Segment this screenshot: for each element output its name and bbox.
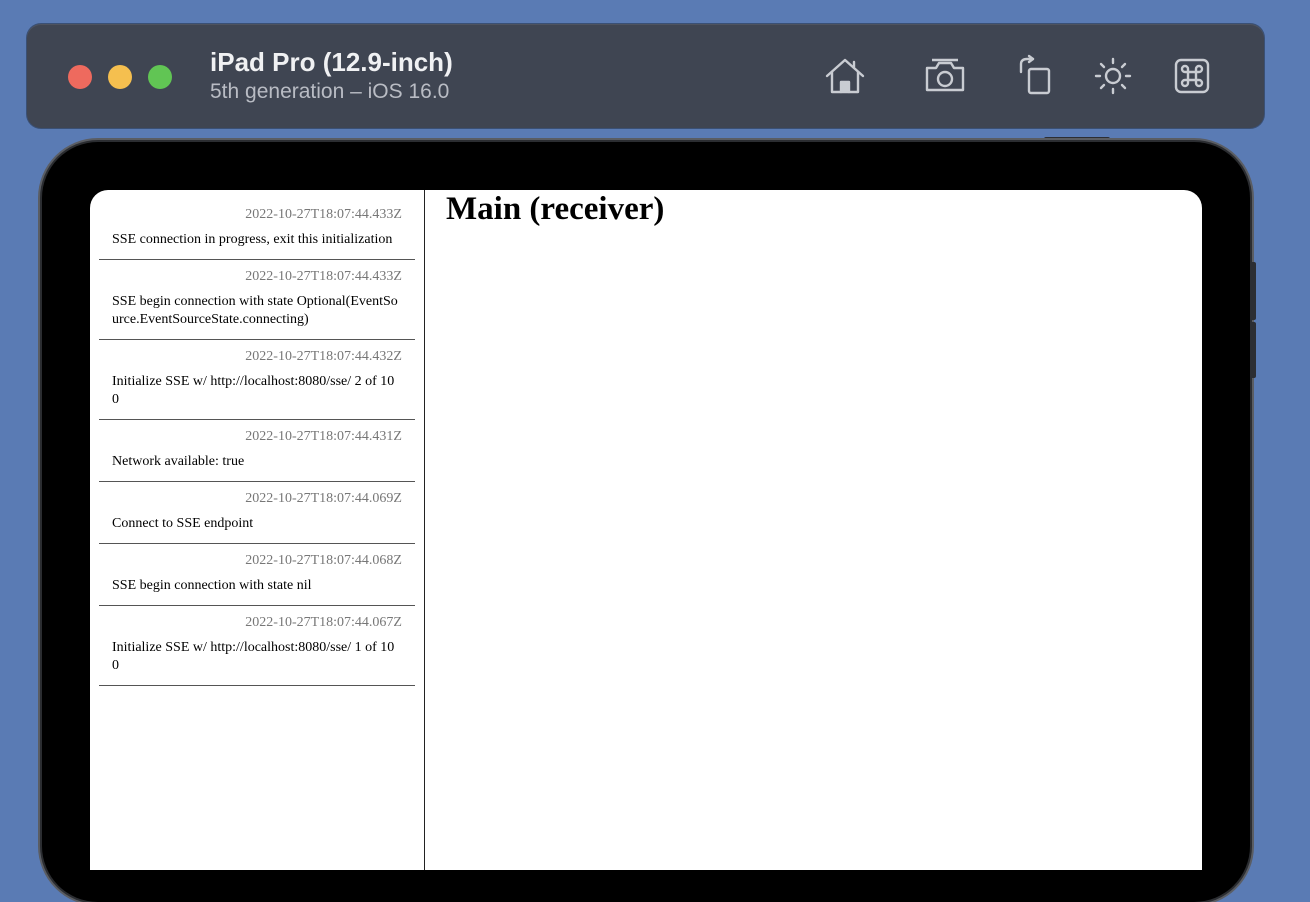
log-message: Network available: true bbox=[112, 454, 245, 469]
log-message: SSE begin connection with state nil bbox=[112, 578, 312, 593]
command-icon[interactable] bbox=[1170, 54, 1214, 98]
volume-down-button[interactable] bbox=[1250, 322, 1256, 378]
log-message: Connect to SSE endpoint bbox=[112, 516, 254, 531]
device-screen: 2022-10-27T18:07:44.433Z SSE connection i… bbox=[90, 190, 1202, 870]
main-title: Main (receiver) bbox=[446, 191, 665, 227]
rotate-icon[interactable] bbox=[1013, 54, 1057, 98]
log-timestamp: 2022-10-27T18:07:44.433Z bbox=[245, 269, 402, 284]
screenshot-icon[interactable] bbox=[923, 54, 967, 98]
minimize-window-button[interactable] bbox=[108, 65, 132, 89]
log-timestamp: 2022-10-27T18:07:44.069Z bbox=[245, 491, 402, 506]
log-entry: 2022-10-27T18:07:44.432Z Initialize SSE w… bbox=[99, 340, 415, 420]
log-message: SSE begin connection with state Optional… bbox=[112, 294, 398, 327]
zoom-window-button[interactable] bbox=[148, 65, 172, 89]
device-subtitle: 5th generation – iOS 16.0 bbox=[210, 80, 450, 103]
log-sidebar: 2022-10-27T18:07:44.433Z SSE connection i… bbox=[90, 190, 425, 870]
log-entry: 2022-10-27T18:07:44.069Z Connect to SSE e… bbox=[99, 482, 415, 544]
device-name: iPad Pro (12.9-inch) bbox=[210, 47, 453, 77]
log-timestamp: 2022-10-27T18:07:44.433Z bbox=[245, 207, 402, 222]
log-message: SSE connection in progress, exit this in… bbox=[112, 232, 393, 247]
simulator-title-bar: iPad Pro (12.9-inch) 5th generation – iO… bbox=[27, 24, 1264, 128]
log-entry: 2022-10-27T18:07:44.433Z SSE connection i… bbox=[99, 198, 415, 260]
log-entry: 2022-10-27T18:07:44.067Z Initialize SSE w… bbox=[99, 606, 415, 686]
log-entry: 2022-10-27T18:07:44.068Z SSE begin connec… bbox=[99, 544, 415, 606]
volume-up-button[interactable] bbox=[1250, 262, 1256, 320]
home-icon[interactable] bbox=[823, 54, 867, 98]
log-list: 2022-10-27T18:07:44.433Z SSE connection i… bbox=[99, 198, 415, 686]
log-entry: 2022-10-27T18:07:44.433Z SSE begin connec… bbox=[99, 260, 415, 340]
log-timestamp: 2022-10-27T18:07:44.068Z bbox=[245, 553, 402, 568]
appearance-icon[interactable] bbox=[1091, 54, 1135, 98]
log-timestamp: 2022-10-27T18:07:44.431Z bbox=[245, 429, 402, 444]
log-timestamp: 2022-10-27T18:07:44.067Z bbox=[245, 615, 402, 630]
log-message: Initialize SSE w/ http://localhost:8080/… bbox=[112, 374, 395, 407]
log-timestamp: 2022-10-27T18:07:44.432Z bbox=[245, 349, 402, 364]
log-entry: 2022-10-27T18:07:44.431Z Network availabl… bbox=[99, 420, 415, 482]
log-message: Initialize SSE w/ http://localhost:8080/… bbox=[112, 640, 395, 673]
close-window-button[interactable] bbox=[68, 65, 92, 89]
